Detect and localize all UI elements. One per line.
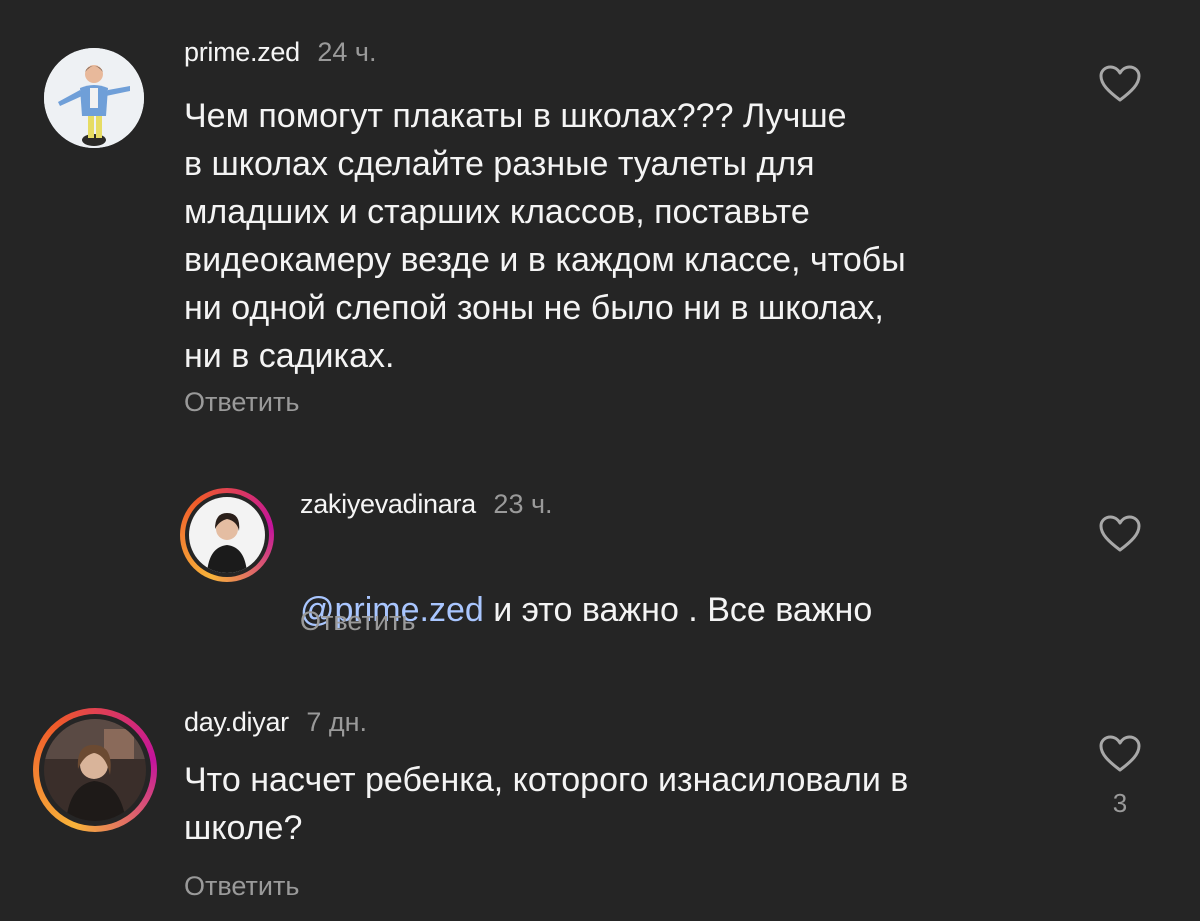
heart-outline-icon [1099, 515, 1141, 552]
username[interactable]: day.diyar [184, 707, 289, 737]
reply-button[interactable]: Ответить [184, 870, 299, 902]
comment-prime-zed: prime.zed 24 ч. Чем помогут плакаты в шк… [0, 0, 1200, 440]
heart-outline-icon [1099, 65, 1141, 102]
comment-header: prime.zed 24 ч. [184, 36, 376, 68]
comment-header: day.diyar 7 дн. [184, 706, 367, 738]
reply-button[interactable]: Ответить [300, 605, 415, 637]
comment-text: Чем помогут плакаты в школах??? Лучше в … [184, 97, 906, 375]
like-count: 3 [1112, 788, 1128, 818]
username[interactable]: prime.zed [184, 37, 300, 67]
comment-text: Что насчет ребенка, которого изнасиловал… [184, 761, 909, 847]
like-button[interactable]: 3 [1096, 734, 1144, 819]
comment-text-body: и это важно . Все важно [483, 591, 873, 629]
avatar-image [44, 719, 146, 821]
avatar[interactable] [189, 497, 265, 573]
like-button[interactable] [1096, 514, 1144, 554]
like-button[interactable] [1096, 64, 1144, 104]
avatar-image [44, 48, 144, 148]
avatar-image [189, 497, 265, 573]
comment-zakiyevadinara: zakiyevadinara 23 ч. @prime.zed и это ва… [0, 470, 1200, 670]
avatar[interactable] [44, 48, 144, 148]
comment-day-diyar: day.diyar 7 дн. Что насчет ребенка, кото… [0, 690, 1200, 921]
timestamp: 7 дн. [306, 707, 368, 737]
comments-panel: prime.zed 24 ч. Чем помогут плакаты в шк… [0, 0, 1200, 921]
username[interactable]: zakiyevadinara [300, 489, 476, 519]
timestamp: 23 ч. [493, 489, 553, 519]
heart-outline-icon [1099, 735, 1141, 772]
timestamp: 24 ч. [317, 37, 377, 67]
comment-header: zakiyevadinara 23 ч. [300, 488, 553, 520]
avatar[interactable] [44, 719, 146, 821]
reply-button[interactable]: Ответить [184, 386, 299, 418]
